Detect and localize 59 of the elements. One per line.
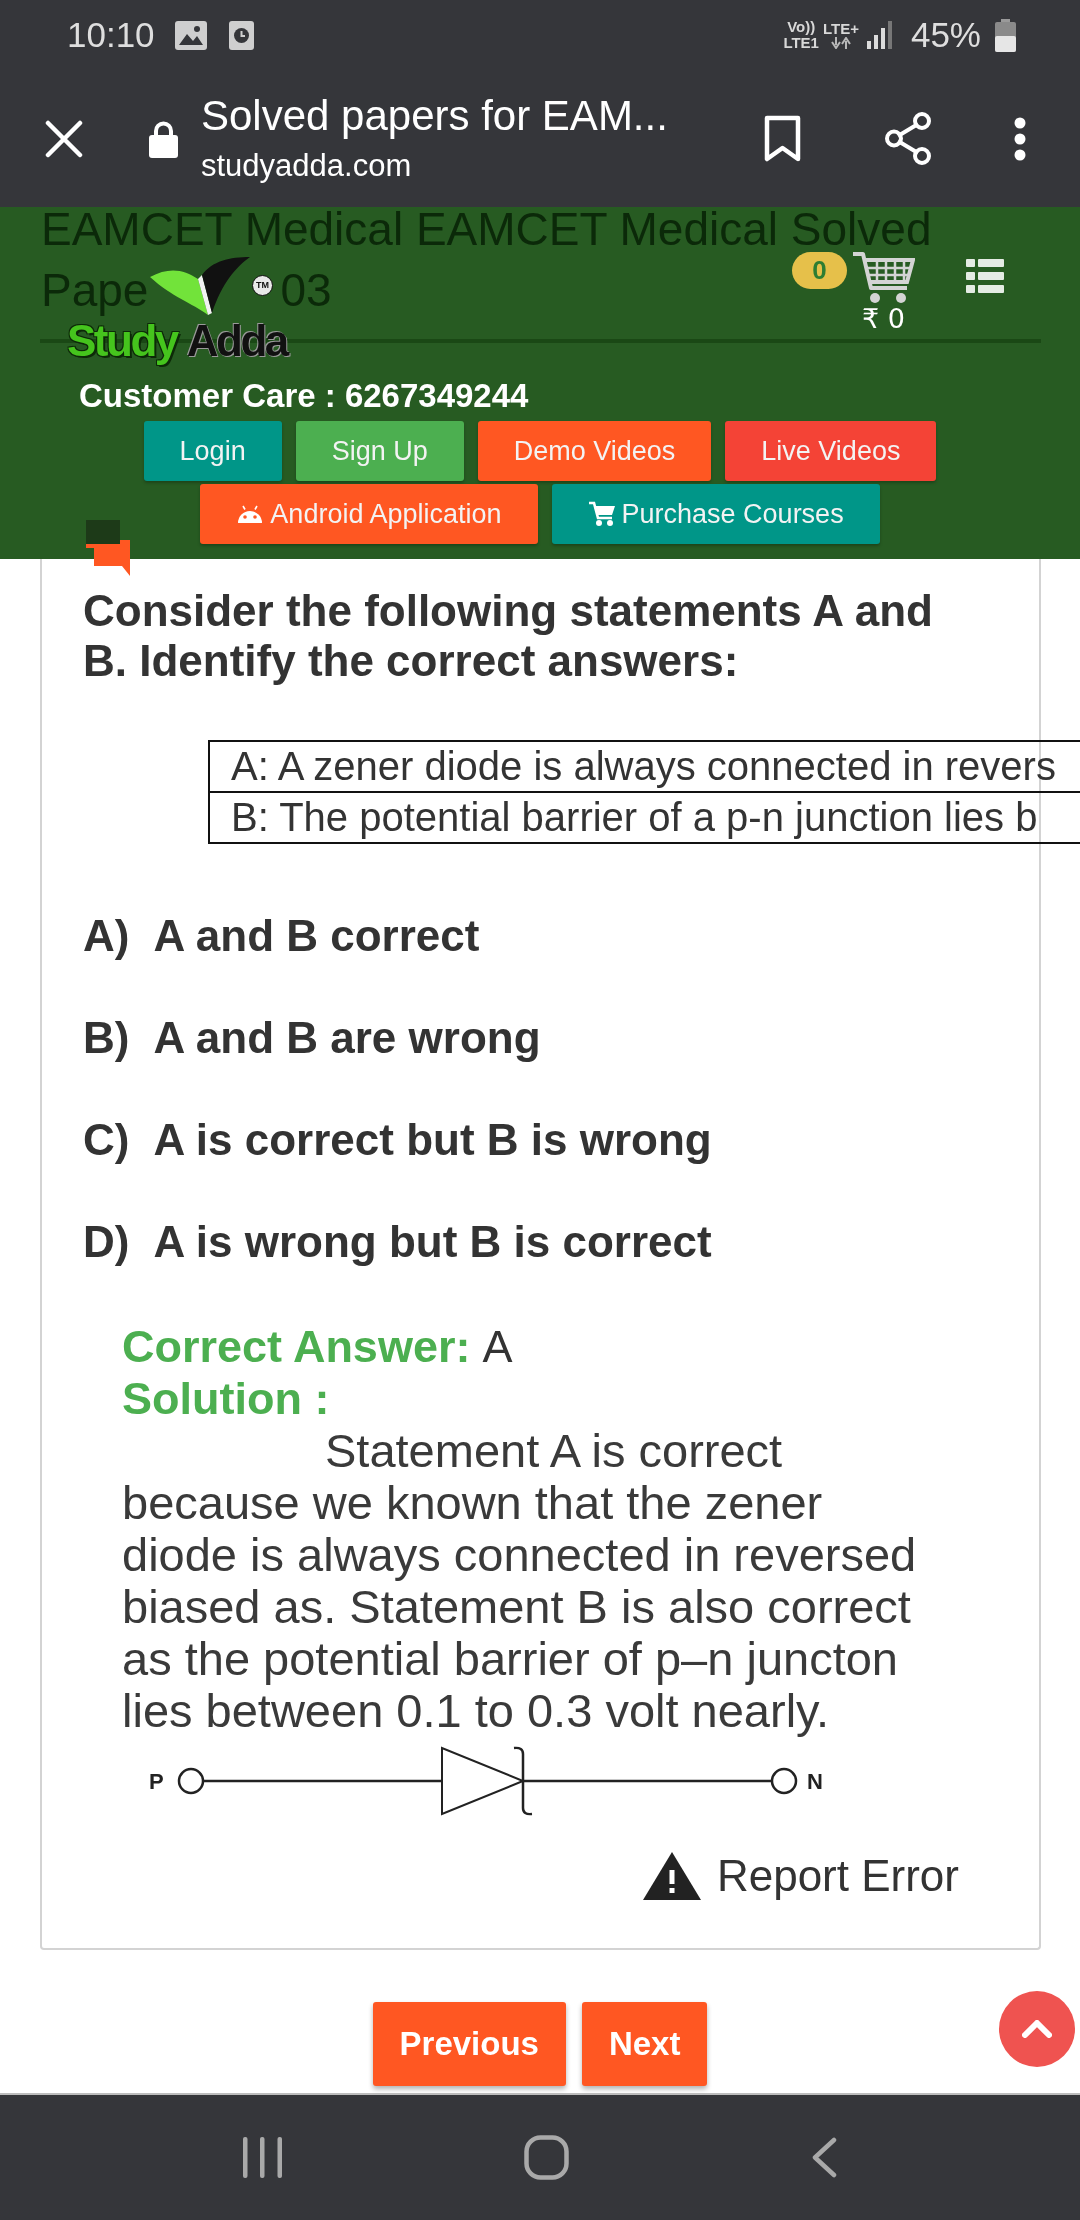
report-error-link[interactable]: Report Error (642, 1850, 959, 1902)
trademark-mark: TM (252, 275, 273, 296)
pagination-button[interactable]: Previous (372, 2002, 566, 2086)
cart-total: ₹ 0 (862, 303, 905, 334)
option-text: A and B are wrong (153, 1013, 541, 1063)
solution-label: Solution : (122, 1373, 330, 1425)
lock-icon (149, 119, 178, 158)
header-link-button[interactable]: Demo Videos (477, 421, 712, 481)
warning-icon (642, 1852, 701, 1900)
chevron-up-icon (1022, 2020, 1052, 2038)
network-label: LTE+ (822, 21, 859, 37)
option-letter: B) (83, 1013, 130, 1063)
header-link-button[interactable]: Sign Up (295, 421, 464, 481)
customer-care-text: Customer Care : 6267349244 (79, 376, 529, 416)
terminal-label: P (149, 1769, 164, 1794)
option-letter: A) (83, 911, 130, 961)
header-link-button[interactable]: Live Videos (725, 421, 937, 481)
option-text: A is correct but B is wrong (153, 1115, 712, 1165)
chat-bubbles-icon (86, 520, 130, 576)
page-title: Solved papers for EAM... (201, 91, 668, 140)
battery-icon (995, 18, 1016, 52)
status-time: 10:10 (67, 15, 155, 55)
answer-label: Correct Answer: (122, 1321, 471, 1373)
book-logo-icon (150, 257, 250, 315)
data-arrows-icon (830, 37, 851, 49)
bookmark-icon[interactable] (764, 114, 801, 163)
cart-icon (587, 501, 616, 527)
pagination-button[interactable]: Next (581, 2002, 708, 2086)
home-icon[interactable] (524, 2135, 569, 2180)
list-menu-icon[interactable] (966, 259, 1004, 293)
signal-icon (866, 21, 894, 49)
header-link-button[interactable]: Android Application (200, 484, 538, 544)
image-icon (174, 20, 207, 50)
terminal-label: N (807, 1769, 823, 1794)
answer-value: A (482, 1321, 513, 1373)
cart-icon[interactable] (851, 250, 915, 305)
question-text: Consider the following statements A and B. Identify the correct answers: (83, 586, 934, 686)
share-icon[interactable] (885, 112, 931, 165)
back-icon[interactable] (811, 2137, 837, 2178)
option-text: A and B correct (153, 911, 480, 961)
cart-count-badge: 0 (792, 252, 847, 289)
recent-apps-icon[interactable] (243, 2137, 282, 2178)
logo-wordmark: Study Adda (67, 319, 287, 363)
page-url: studyadda.com (201, 146, 412, 185)
clock-icon (228, 20, 254, 50)
header-link-button[interactable]: Login (143, 421, 282, 481)
network-label: Vo)) (787, 19, 816, 35)
menu-icon[interactable] (1012, 116, 1028, 161)
network-label: LTE1 (783, 35, 819, 51)
table-cell-text: A: A zener diode is always connected in revers (230, 743, 1057, 790)
header-link-button[interactable]: Purchase Courses (551, 484, 880, 544)
option-letter: C) (83, 1115, 130, 1165)
close-icon[interactable] (45, 119, 83, 158)
table-cell: B: The potential barrier of a p-n junction lies b (210, 791, 1080, 842)
option-letter: D) (83, 1217, 130, 1267)
android-icon (236, 505, 265, 523)
battery-percent: 45% (910, 15, 981, 55)
solution-text: Statement A is correct because we known that the zener diode is always connected in reversed biased as. Statement B is also correct as the potential barrier of p–n juncton lies between 0.1 to 0.3 volt nearly. (122, 1425, 918, 1737)
option-text: A is wrong but B is correct (153, 1217, 712, 1267)
